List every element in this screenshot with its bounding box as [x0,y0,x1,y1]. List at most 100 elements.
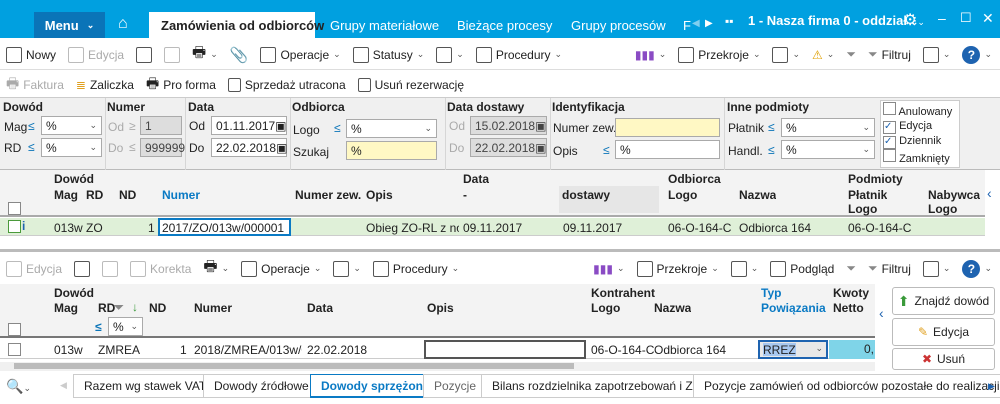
tab-zamowienia[interactable]: Zamówienia od odbiorców [149,12,324,38]
splitter[interactable] [0,249,1000,252]
find-document-button[interactable]: ⬆ Znajdź dowód [892,287,995,315]
sections-button[interactable]: Przekroje ⌄ [636,260,719,277]
status-dziennik[interactable]: ✓ Dziennik [883,134,957,149]
col-numer-zew[interactable]: Numer zew. [295,188,361,202]
clear-filter-icon[interactable]: ⏷ [846,261,856,276]
status-edycja[interactable]: ✓ Edycja [883,119,957,134]
minimize-icon[interactable]: – [938,10,946,26]
col-netto[interactable]: Netto [833,301,864,315]
numer-od-input[interactable]: 1 [140,116,182,135]
select-all-checkbox[interactable] [8,202,21,215]
horizontal-scrollbar[interactable] [0,362,875,371]
close-icon[interactable]: ✕ [982,10,994,27]
col-nd[interactable]: ND [119,188,136,202]
side-delete-button[interactable]: ✖ Usuń [892,348,995,370]
print-button[interactable]: 🖶 ⌄ [203,256,229,281]
data-od-input[interactable]: 01.11.2017 ▣ [211,116,287,135]
chart-button[interactable]: ▮▮▮ ⌄ [635,48,666,62]
statuses-button[interactable]: Statusy ⌄ [352,46,424,63]
table-row[interactable]: i 013w ZO 1 2017/ZO/013w/000001 Obieg ZO… [0,218,985,236]
col-logo[interactable]: Logo [591,301,620,315]
col-rd[interactable]: RD [98,301,115,315]
col-nazwa[interactable]: Nazwa [654,301,691,315]
maximize-icon[interactable]: ☐ [960,10,972,26]
advance-button[interactable]: ≣ Zaliczka [76,78,134,92]
cell-numer[interactable]: 2017/ZO/013w/000001 [158,218,291,236]
menu-button[interactable]: Menu ⌄ [34,12,105,38]
szukaj-input[interactable]: % [346,141,437,160]
gear-icon[interactable]: ⚙⌄ [903,10,925,30]
workflow-button[interactable]: ⌄ [436,46,464,63]
grid-icon[interactable]: ▪▪ [725,14,734,28]
row-checkbox[interactable] [8,343,21,356]
col-numer[interactable]: Numer [194,301,232,315]
help-button[interactable]: ? ⌄ [962,45,992,64]
proforma-button[interactable]: 🖶 Pro forma [146,73,216,97]
new-button[interactable]: Nowy [6,46,56,63]
preview-button[interactable]: Podgląd [770,260,834,277]
select-all-checkbox[interactable] [8,323,21,336]
delete-icon[interactable] [164,46,181,63]
preview-icon[interactable] [136,46,153,63]
col-dostawy[interactable]: dostawy [559,186,659,213]
mag-select[interactable]: % ⌄ [41,116,102,135]
numer-do-input[interactable]: 999999 [140,138,185,157]
attachment-icon[interactable]: 📎 [230,46,249,64]
col-mag[interactable]: Mag [54,301,78,315]
tab-dowody-zrodlowe[interactable]: Dowody źródłowe [203,374,320,398]
chart-button[interactable]: ▮▮▮ ⌄ [593,262,624,276]
col-numer[interactable]: Numer [162,188,200,202]
tab-grupy-materialowe[interactable]: Grupy materiałowe [318,12,451,38]
data-do-input[interactable]: 22.02.2018 ▣ [211,138,287,157]
side-edit-button[interactable]: ✎ Edycja [892,318,995,346]
tabs-prev-icon[interactable]: ◀ [60,380,67,391]
edit-button[interactable]: Edycja [68,46,124,63]
table-row[interactable]: 013w ZMREA 1 2018/ZMREA/013w/0 22.02.201… [0,340,875,359]
correction-button[interactable]: Korekta [130,260,191,277]
numer-zew-input[interactable] [615,118,720,137]
layout-settings-button[interactable]: ⌄ [922,46,950,63]
col-nabywca[interactable]: Nabywca [928,188,980,202]
invoice-button[interactable]: 🖶 Faktura [6,73,64,97]
dostawy-od-input[interactable]: 15.02.2018 ▣ [470,116,547,135]
tab-bilans[interactable]: Bilans rozdzielnika zapotrzebowań i ZD [481,374,713,398]
info-icon[interactable]: i [22,219,25,233]
collapse-left-icon[interactable]: ‹ [987,185,992,201]
clear-filter-icon[interactable]: ⏷ [846,47,856,62]
layout-settings-button[interactable]: ⌄ [922,260,950,277]
tab-grupy-procesow[interactable]: Grupy procesów [559,12,678,38]
handl-select[interactable]: % ⌄ [781,140,875,159]
col-nazwa[interactable]: Nazwa [739,188,776,202]
lost-sale-button[interactable]: Sprzedaż utracona [227,77,346,92]
col-powiazania[interactable]: Powiązania [761,301,826,315]
checkbox[interactable] [883,149,896,162]
filter-button[interactable]: ⏷ Filtruj [868,47,911,62]
tab-pozycje-pozostale[interactable]: Pozycje zamówień od odbiorców pozostałe … [693,374,1000,398]
delete-icon[interactable] [102,260,119,277]
checkbox-checked[interactable]: ✓ [883,136,896,149]
typ-select[interactable]: RREZ ⌄ [758,340,828,359]
print-button[interactable]: 🖶 ⌄ [192,42,218,67]
cell-opis[interactable] [424,340,586,359]
remove-reservation-button[interactable]: Usuń rezerwację [357,77,464,92]
col-rd[interactable]: RD [86,188,103,202]
col-data[interactable]: Data [307,301,333,315]
search-panel-icon[interactable]: 🔍⌄ [6,378,31,395]
row-checkbox[interactable] [8,220,21,233]
operations-button[interactable]: Operacje ⌄ [241,260,321,277]
col-platnik[interactable]: Płatnik [848,188,887,202]
home-icon[interactable]: ⌂ [118,15,128,33]
tab-pozycje[interactable]: Pozycje [423,374,488,398]
col-opis[interactable]: Opis [366,188,393,202]
panel-button[interactable]: ⌄ [730,260,758,277]
tab-next-icon[interactable]: ▶ [705,18,713,29]
filter-button[interactable]: ⏷ Filtruj [868,261,911,276]
col-logo[interactable]: Logo [668,188,697,202]
company-selector[interactable]: 1 - Nasza firma 0 - oddział ⌄ [748,13,918,28]
tabs-next-icon[interactable]: ▶ [988,381,995,392]
col-opis[interactable]: Opis [427,301,454,315]
sort-down-icon[interactable]: ↓ [132,300,138,314]
tab-razem-vat[interactable]: Razem wg stawek VAT [73,374,218,398]
operations-button[interactable]: Operacje ⌄ [260,46,341,63]
procedures-button[interactable]: Procedury ⌄ [475,46,562,63]
